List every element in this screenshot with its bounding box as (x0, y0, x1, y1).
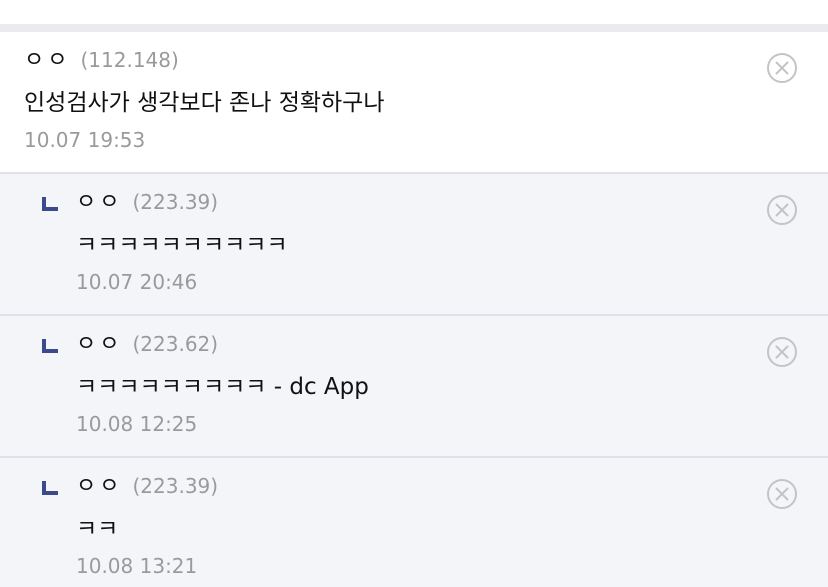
close-circle-icon[interactable] (766, 478, 798, 510)
reply-nickname[interactable]: ㅇㅇ (76, 332, 122, 357)
reply-nickname[interactable]: ㅇㅇ (76, 474, 122, 499)
comment-nickname[interactable]: ㅇㅇ (24, 48, 70, 73)
reply-meta: ㅇㅇ (223.62) (76, 334, 218, 356)
reply-ip: (223.39) (132, 190, 219, 214)
reply-ip: (223.39) (132, 474, 219, 498)
reply-text: ㅋㅋ (76, 516, 119, 542)
reply-item: ㅇㅇ (223.39) ㅋㅋ 10.08 13:21 (0, 458, 828, 587)
close-circle-icon[interactable] (766, 336, 798, 368)
close-circle-icon[interactable] (766, 52, 798, 84)
top-bar (0, 0, 828, 24)
reply-time: 10.08 12:25 (76, 412, 198, 436)
close-circle-icon[interactable] (766, 194, 798, 226)
reply-nickname[interactable]: ㅇㅇ (76, 190, 122, 215)
reply-meta: ㅇㅇ (223.39) (76, 192, 218, 214)
reply-arrow-icon (42, 196, 58, 211)
comment-time: 10.07 19:53 (24, 128, 146, 152)
comment-ip: (112.148) (80, 48, 179, 72)
comment-text: 인성검사가 생각보다 존나 정확하구나 (24, 90, 385, 116)
reply-time: 10.08 13:21 (76, 554, 198, 578)
reply-time: 10.07 20:46 (76, 270, 198, 294)
reply-arrow-icon (42, 338, 58, 353)
comment-list-page: ㅇㅇ (112.148) 인성검사가 생각보다 존나 정확하구나 10.07 19… (0, 0, 828, 587)
reply-item: ㅇㅇ (223.39) ㅋㅋㅋㅋㅋㅋㅋㅋㅋㅋ 10.07 20:46 (0, 174, 828, 316)
reply-item: ㅇㅇ (223.62) ㅋㅋㅋㅋㅋㅋㅋㅋㅋ - dc App 10.08 12:2… (0, 316, 828, 458)
section-divider (0, 24, 828, 32)
comment-item: ㅇㅇ (112.148) 인성검사가 생각보다 존나 정확하구나 10.07 19… (0, 32, 828, 174)
reply-arrow-icon (42, 480, 58, 495)
reply-meta: ㅇㅇ (223.39) (76, 476, 218, 498)
comment-meta: ㅇㅇ (112.148) (24, 50, 179, 72)
reply-text: ㅋㅋㅋㅋㅋㅋㅋㅋㅋ - dc App (76, 374, 369, 400)
reply-text: ㅋㅋㅋㅋㅋㅋㅋㅋㅋㅋ (76, 232, 288, 258)
reply-ip: (223.62) (132, 332, 219, 356)
